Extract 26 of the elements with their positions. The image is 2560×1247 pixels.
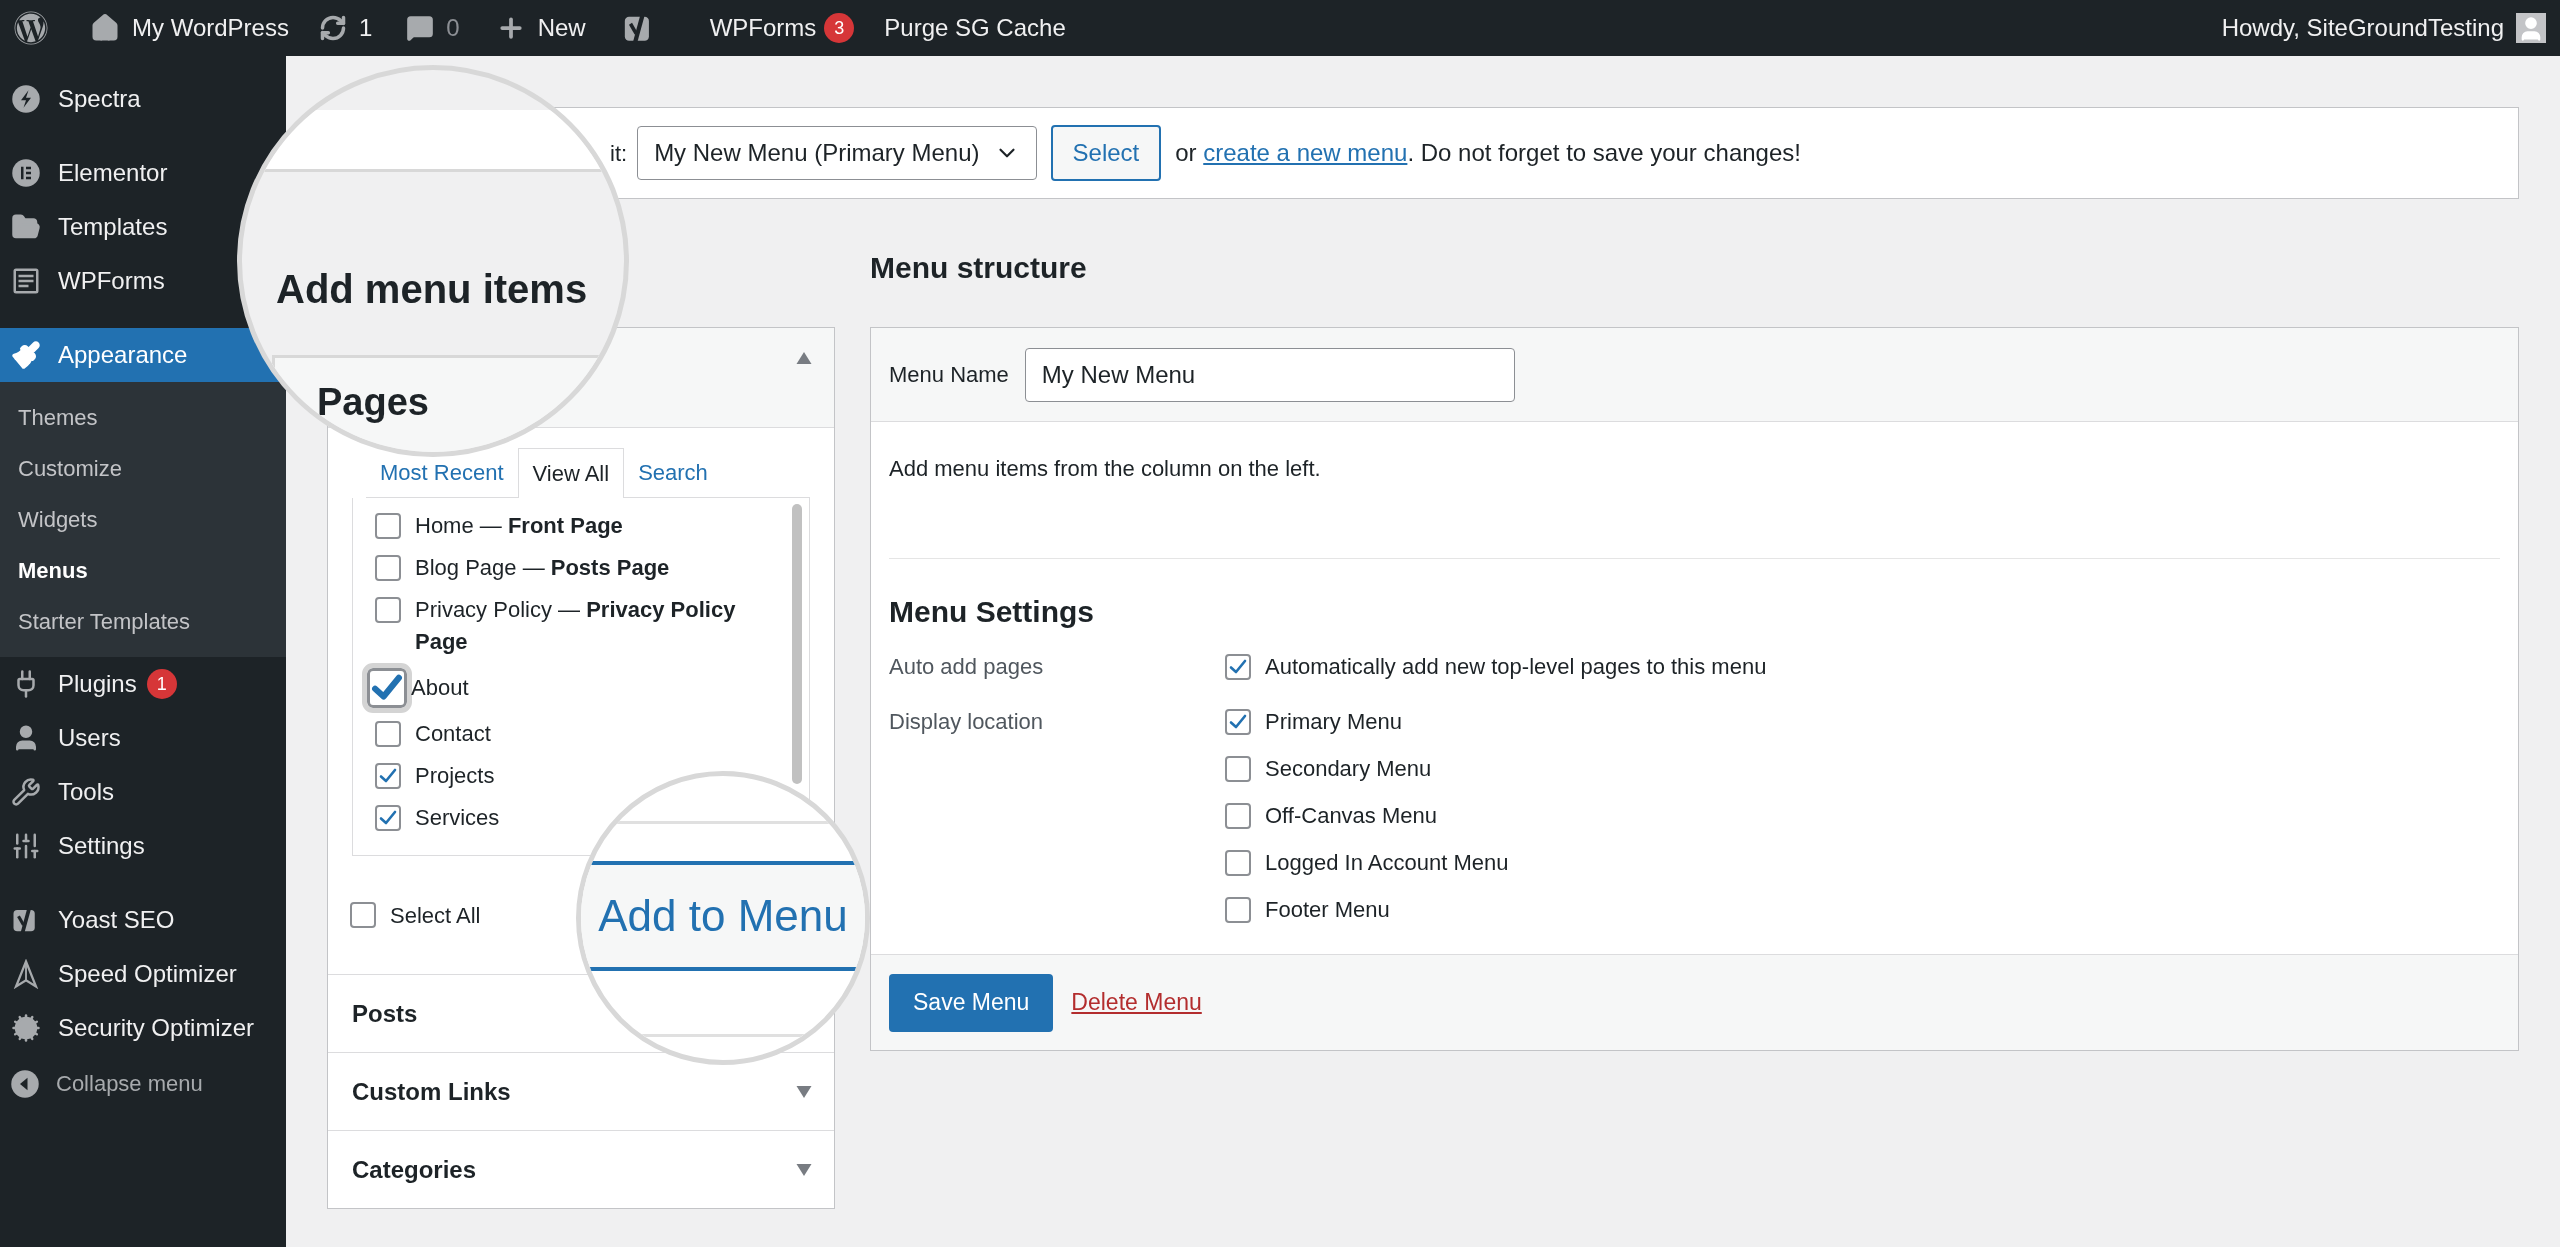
select-label: it: — [610, 139, 628, 168]
auto-add-label: Auto add pages — [889, 653, 1045, 681]
add-menu-items-heading: Add menu items — [276, 266, 588, 312]
page-label: About — [411, 674, 469, 702]
menu-structure-heading: Menu structure — [870, 251, 1088, 286]
page-label: Contact — [415, 720, 491, 748]
page-label: Services — [415, 804, 500, 832]
option-label: Footer Menu — [1265, 896, 1390, 924]
notification-badge: 3 — [824, 13, 855, 43]
option-label: Logged In Account Menu — [1265, 849, 1509, 877]
page-label: Privacy Policy — Privacy Policy Page — [415, 596, 737, 656]
option-label: Primary Menu — [1265, 708, 1402, 736]
pages-heading: Pages — [317, 380, 429, 424]
option-label: Off-Canvas Menu — [1265, 802, 1437, 830]
page-label: Home — Front Page — [415, 512, 623, 540]
option-label: Automatically add new top-level pages to this menu — [1265, 653, 1767, 681]
select-all-label: Select All — [390, 901, 481, 930]
notification-badge: 1 — [146, 669, 177, 699]
page-label: Projects — [415, 762, 495, 790]
option-label: Secondary Menu — [1265, 755, 1432, 783]
instruction-text: or create a new menu. Do not forget to save your changes! — [1175, 138, 1801, 168]
instructions-text: Add menu items from the column on the left. — [889, 455, 1322, 483]
display-location-label: Display location — [889, 708, 1045, 736]
menu-settings-heading: Menu Settings — [889, 594, 1095, 630]
menu-name-label: Menu Name — [889, 361, 1009, 389]
page-label: Blog Page — Posts Page — [415, 554, 670, 582]
